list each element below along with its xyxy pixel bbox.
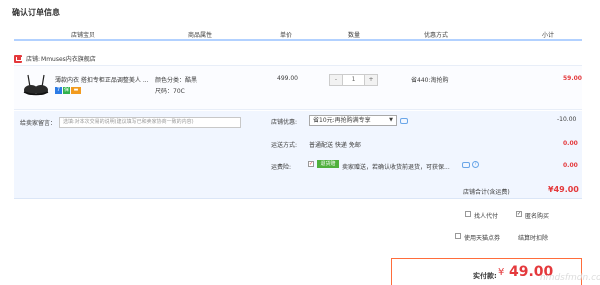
memo-label: 给卖家留言： — [20, 120, 57, 127]
watermark: nmdsfmdn.com — [540, 273, 600, 283]
anonymous-checkbox[interactable]: ✓ — [516, 211, 522, 217]
shop-discount-selected: 省10元:再抢购满专享 — [313, 117, 371, 124]
page-title: 确认订单信息 — [12, 8, 60, 17]
help-icon[interactable]: ? — [472, 161, 479, 168]
item-discount: 省440:淘抢购 — [411, 77, 449, 84]
memo-input[interactable]: 选填:对本次交易的说明(建议填写已和卖家协商一致的内容) — [59, 117, 241, 128]
card-badge-icon: ▬ — [71, 87, 81, 94]
pay-for-me-label[interactable]: 找人代付 — [474, 211, 498, 220]
payment-currency: ¥ — [498, 267, 505, 278]
product-size: 尺码：70C — [155, 88, 185, 95]
shop-total-amount: ¥49.00 — [548, 185, 579, 194]
order-item-row — [14, 65, 582, 110]
col-header-discount: 优惠方式 — [424, 32, 449, 39]
shop-label: 店铺: — [26, 56, 41, 63]
product-color: 颜色分类：酷黑 — [155, 77, 198, 84]
anonymous-label[interactable]: 匿名购买 — [525, 211, 549, 220]
shipping-amount: 0.00 — [563, 140, 578, 147]
product-name[interactable]: 薄款内衣 搭扣专柜正品调整美人 ... — [55, 75, 149, 84]
col-header-quantity: 数量 — [348, 32, 361, 39]
col-header-subtotal: 小计 — [542, 32, 555, 39]
chat-icon[interactable] — [400, 118, 408, 124]
shipping-label: 运送方式: — [271, 142, 298, 149]
quantity-stepper: - 1 + — [329, 74, 378, 86]
insurance-text: 卖家赠送，若确认收货前退货，可获保... — [342, 164, 450, 171]
quantity-increase-button[interactable]: + — [365, 75, 377, 85]
shipping-method: 普通配送 快递 免邮 — [309, 142, 361, 149]
item-subtotal: 59.00 — [563, 75, 582, 82]
settle-deduct-label: 结算时扣除 — [518, 235, 549, 242]
col-header-price: 单价 — [280, 32, 293, 39]
tmall-points-checkbox[interactable] — [455, 233, 461, 239]
shop-discount-label: 店铺优惠: — [271, 119, 298, 126]
insurance-chat-icon[interactable] — [462, 162, 470, 168]
service-badge-icon: 7 — [55, 87, 62, 94]
unit-price: 499.00 — [277, 75, 298, 82]
insurance-checkbox[interactable]: ✓ — [308, 161, 314, 167]
shop-row: 店铺: Mmuses内衣旗舰店 — [14, 54, 264, 63]
shop-name[interactable]: Mmuses内衣旗舰店 — [41, 54, 96, 63]
shop-total-label: 店铺合计(含运费) — [463, 189, 510, 196]
tmall-points-label[interactable]: 使用天猫点券 — [464, 233, 500, 242]
guarantee-badge-icon: 保 — [63, 87, 70, 94]
quantity-decrease-button[interactable]: - — [330, 75, 342, 85]
quantity-input[interactable]: 1 — [342, 75, 365, 85]
shop-discount-value: -10.00 — [557, 116, 577, 123]
shop-discount-select[interactable]: 省10元:再抢购满专享 ▼ — [309, 115, 397, 126]
payment-label: 实付款: — [473, 272, 497, 280]
product-thumbnail[interactable] — [22, 71, 50, 101]
dropdown-arrow-icon: ▼ — [389, 117, 393, 123]
pay-for-me-checkbox[interactable] — [465, 211, 471, 217]
insurance-label: 运费险: — [271, 164, 292, 171]
insurance-tag: 退货赔 — [317, 160, 339, 168]
col-header-attributes: 商品属性 — [188, 32, 213, 39]
shop-icon — [14, 54, 22, 63]
header-divider — [14, 39, 582, 41]
col-header-item: 店铺宝贝 — [71, 32, 96, 39]
insurance-amount: 0.00 — [563, 162, 578, 169]
